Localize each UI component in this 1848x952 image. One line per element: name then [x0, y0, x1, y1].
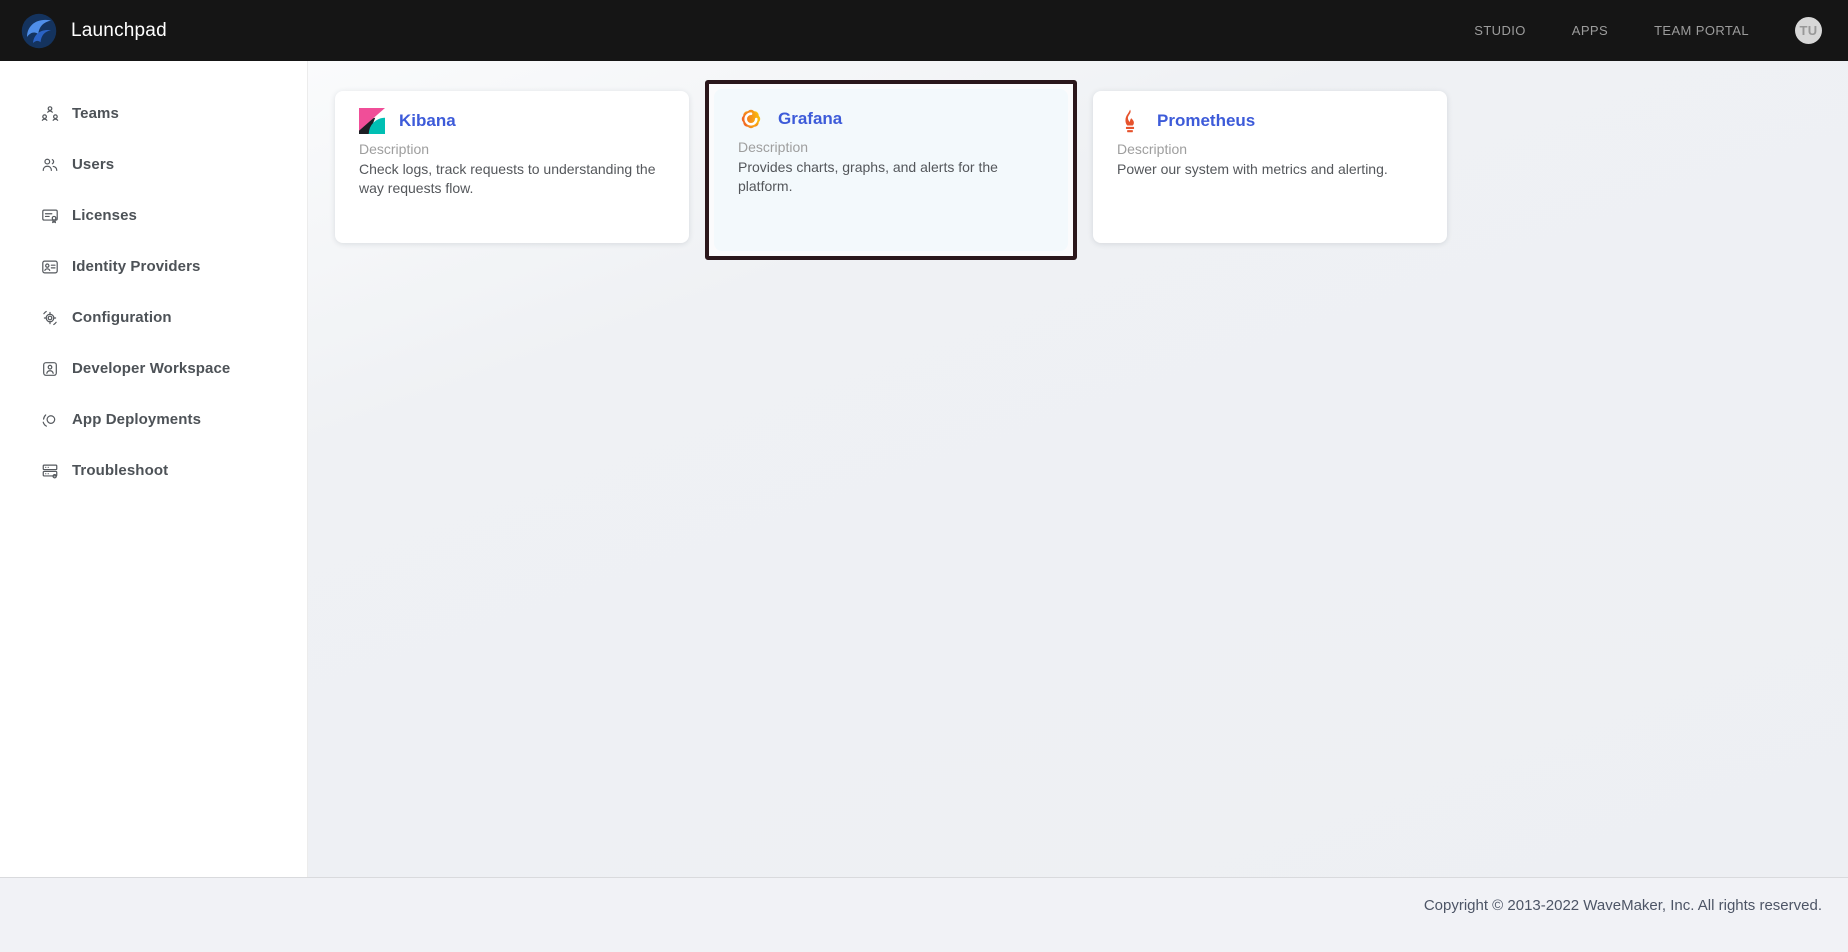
avatar[interactable]: TU	[1795, 17, 1822, 44]
developer-workspace-icon	[41, 360, 59, 378]
selection-annotation-box: Grafana Description Provides charts, gra…	[705, 80, 1077, 260]
nav-studio[interactable]: STUDIO	[1474, 23, 1526, 38]
kibana-logo-icon	[359, 108, 385, 134]
prometheus-logo-icon	[1117, 108, 1143, 134]
nav-apps[interactable]: APPS	[1572, 23, 1608, 38]
grafana-logo-icon	[738, 106, 764, 132]
sidebar-label: Troubleshoot	[72, 462, 168, 479]
app-description: Check logs, track requests to understand…	[359, 160, 669, 198]
sidebar-label: Identity Providers	[72, 258, 201, 275]
users-icon	[41, 156, 59, 174]
sidebar-label: Users	[72, 156, 114, 173]
app-card-prometheus[interactable]: Prometheus Description Power our system …	[1093, 91, 1447, 243]
sidebar-item-teams[interactable]: Teams	[0, 88, 307, 139]
app-card-title[interactable]: Kibana	[399, 111, 456, 131]
top-navigation: STUDIO APPS TEAM PORTAL TU	[1474, 17, 1822, 44]
licenses-icon	[41, 207, 59, 225]
teams-icon	[41, 105, 59, 123]
description-label: Description	[359, 141, 669, 157]
sidebar-label: App Deployments	[72, 411, 201, 428]
copyright-text: Copyright © 2013-2022 WaveMaker, Inc. Al…	[1424, 897, 1822, 952]
app-card-title[interactable]: Grafana	[778, 109, 842, 129]
app-deployments-icon	[41, 411, 59, 429]
sidebar-item-developer-workspace[interactable]: Developer Workspace	[0, 343, 307, 394]
description-label: Description	[1117, 141, 1427, 157]
app-cards-row: Kibana Description Check logs, track req…	[335, 91, 1848, 260]
sidebar-item-app-deployments[interactable]: App Deployments	[0, 394, 307, 445]
description-label: Description	[738, 139, 1048, 155]
sidebar-item-configuration[interactable]: Configuration	[0, 292, 307, 343]
sidebar-label: Developer Workspace	[72, 360, 230, 377]
page-body: Teams Users Licenses Identity Providers	[0, 61, 1848, 877]
app-description: Provides charts, graphs, and alerts for …	[738, 158, 1048, 196]
app-card-kibana[interactable]: Kibana Description Check logs, track req…	[335, 91, 689, 243]
sidebar-item-users[interactable]: Users	[0, 139, 307, 190]
main-content: Kibana Description Check logs, track req…	[308, 61, 1848, 877]
app-description: Power our system with metrics and alerti…	[1117, 160, 1427, 179]
topbar: Launchpad STUDIO APPS TEAM PORTAL TU	[0, 0, 1848, 61]
app-card-title[interactable]: Prometheus	[1157, 111, 1255, 131]
identity-providers-icon	[41, 258, 59, 276]
sidebar-item-identity-providers[interactable]: Identity Providers	[0, 241, 307, 292]
nav-team-portal[interactable]: TEAM PORTAL	[1654, 23, 1749, 38]
sidebar-label: Licenses	[72, 207, 137, 224]
sidebar-label: Configuration	[72, 309, 172, 326]
troubleshoot-icon	[41, 462, 59, 480]
sidebar-item-licenses[interactable]: Licenses	[0, 190, 307, 241]
wavemaker-logo-icon	[21, 13, 57, 49]
sidebar: Teams Users Licenses Identity Providers	[0, 61, 308, 877]
sidebar-label: Teams	[72, 105, 119, 122]
configuration-icon	[41, 309, 59, 327]
footer: Copyright © 2013-2022 WaveMaker, Inc. Al…	[0, 877, 1848, 952]
app-card-grafana[interactable]: Grafana Description Provides charts, gra…	[714, 89, 1068, 251]
sidebar-item-troubleshoot[interactable]: Troubleshoot	[0, 445, 307, 496]
brand[interactable]: Launchpad	[21, 13, 167, 49]
app-title: Launchpad	[71, 20, 167, 42]
